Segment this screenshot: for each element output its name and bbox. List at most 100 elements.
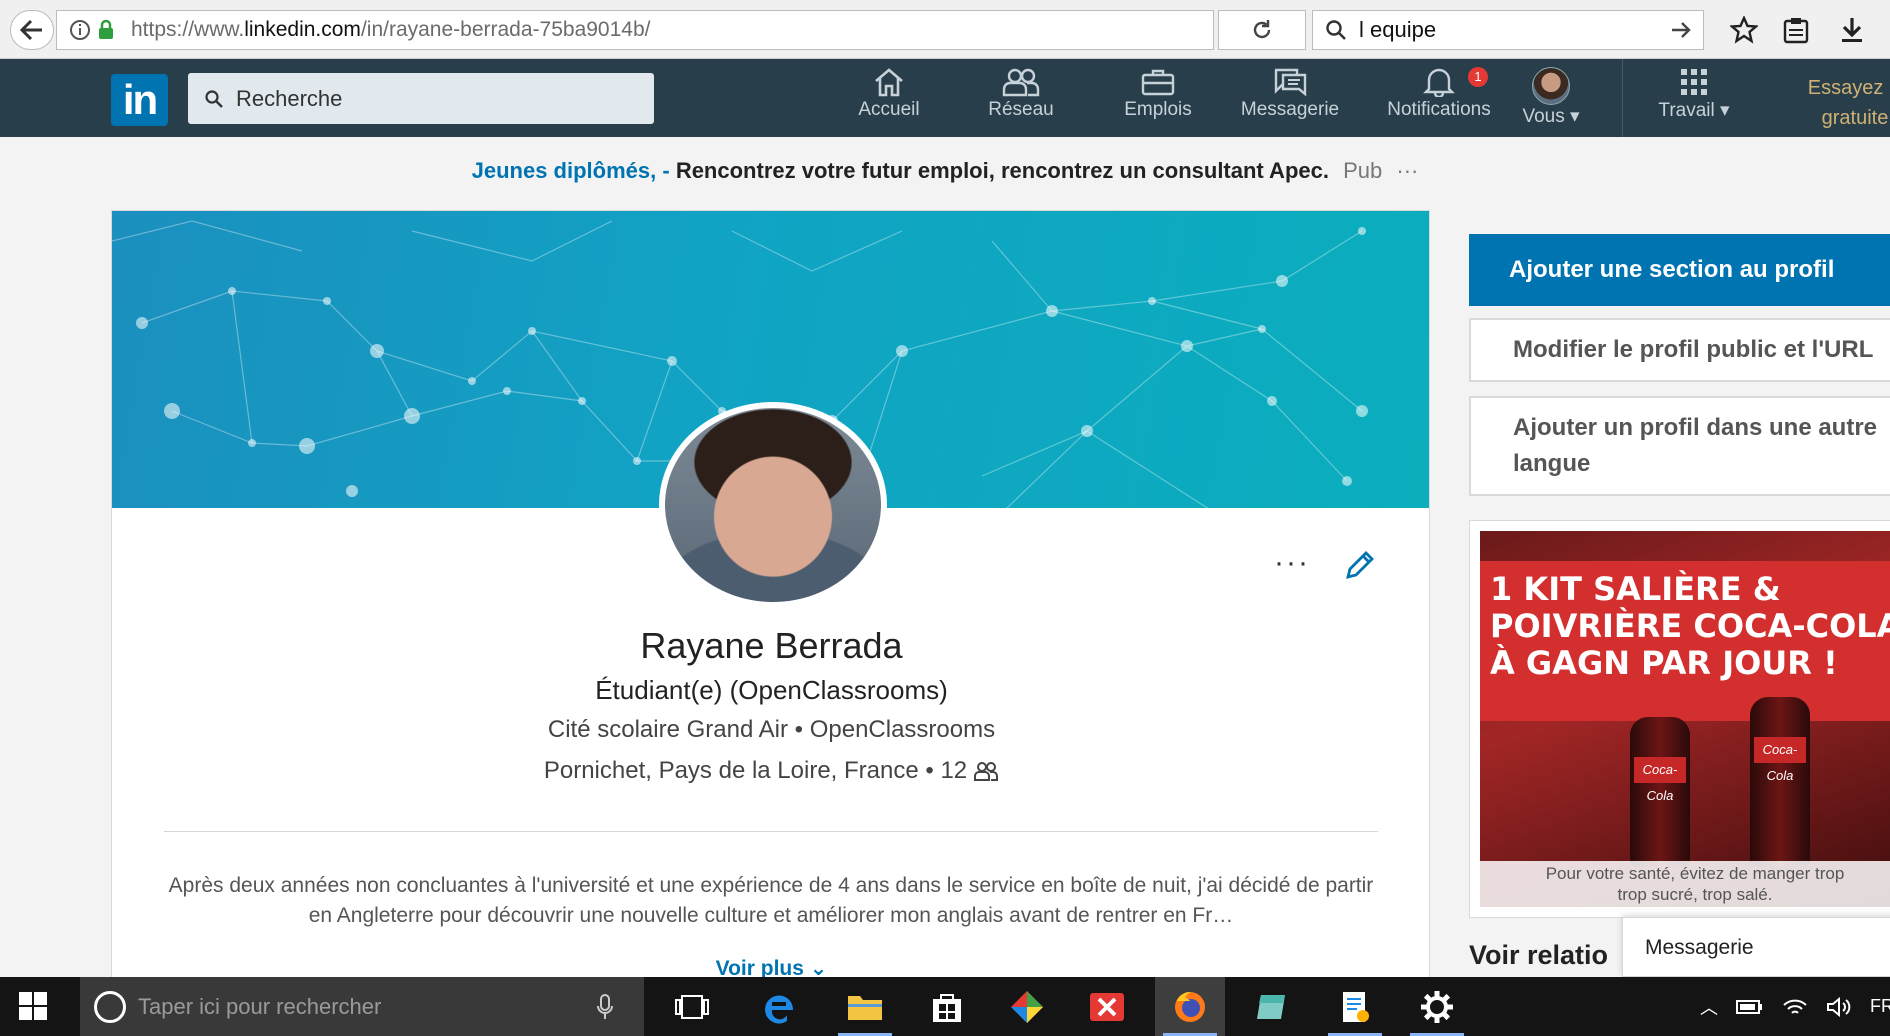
taskbar-search-input[interactable]: Taper ici pour rechercher bbox=[80, 977, 644, 1036]
profile-name: Rayane Berrada bbox=[640, 625, 903, 666]
ad-highlight: Jeunes diplômés, - bbox=[471, 158, 670, 183]
start-button[interactable] bbox=[18, 991, 48, 1026]
system-tray: ︿ FR bbox=[1700, 977, 1890, 1036]
profile-education[interactable]: Cité scolaire Grand Air • OpenClassrooms bbox=[112, 716, 1429, 744]
nav-messaging-label: Messagerie bbox=[1240, 99, 1340, 120]
search-icon bbox=[205, 89, 223, 108]
nav-notifications[interactable]: 1 Notifications bbox=[1362, 67, 1516, 133]
edit-intro-button[interactable] bbox=[1342, 549, 1376, 588]
people-icon bbox=[1002, 68, 1040, 97]
document-icon bbox=[1343, 991, 1369, 1022]
url-prefix: https://www. bbox=[131, 18, 245, 41]
arrow-right-icon[interactable] bbox=[1669, 18, 1693, 42]
volume-icon[interactable] bbox=[1826, 996, 1852, 1018]
info-icon[interactable] bbox=[69, 19, 91, 41]
ad-pub-label: Pub bbox=[1343, 158, 1383, 183]
nav-network-label: Réseau bbox=[988, 99, 1054, 120]
browser-search-value: l equipe bbox=[1359, 17, 1437, 42]
linkedin-search-input[interactable]: Recherche bbox=[188, 73, 654, 124]
search-placeholder: Recherche bbox=[236, 85, 343, 111]
bookmark-star-button[interactable] bbox=[1728, 14, 1760, 46]
see-connections-heading[interactable]: Voir relatio bbox=[1469, 940, 1608, 971]
add-language-line-1: Ajouter un profil dans une autre bbox=[1513, 414, 1878, 441]
ad-image: 1 KIT SALIÈRE & POIVRIÈRE COCA-COLA À GA… bbox=[1480, 531, 1890, 907]
file-explorer-app[interactable] bbox=[830, 977, 900, 1036]
xmind-icon bbox=[1090, 992, 1124, 1021]
messaging-panel-tab[interactable]: Messagerie bbox=[1622, 917, 1890, 977]
browser-search-input[interactable]: l equipe bbox=[1312, 10, 1704, 50]
profile-photo[interactable] bbox=[659, 402, 887, 608]
notepad-icon bbox=[1257, 994, 1285, 1019]
premium-line-1: Essayez P bbox=[1807, 77, 1890, 99]
nav-work-label: Travail ▾ bbox=[1658, 100, 1730, 121]
nav-me[interactable]: Vous ▾ bbox=[1516, 67, 1586, 133]
reading-list-button[interactable] bbox=[1780, 14, 1812, 46]
firefox-app[interactable] bbox=[1155, 977, 1225, 1036]
briefcase-icon bbox=[1141, 69, 1175, 96]
pencil-icon bbox=[1346, 551, 1374, 579]
premium-line-2: gratuite bbox=[1821, 107, 1889, 129]
ad-title: 1 KIT SALIÈRE & POIVRIÈRE COCA-COLA À GA… bbox=[1490, 570, 1890, 682]
notepad-app[interactable] bbox=[1236, 977, 1306, 1036]
star-icon bbox=[1730, 16, 1758, 44]
settings-app[interactable] bbox=[1402, 977, 1472, 1036]
bell-icon bbox=[1423, 68, 1455, 97]
arrow-left-icon bbox=[20, 19, 42, 41]
add-language-line-2: langue bbox=[1513, 450, 1591, 477]
editor-app[interactable] bbox=[1320, 977, 1390, 1036]
nav-notifications-label: Notifications bbox=[1387, 99, 1491, 120]
nav-me-label: Vous ▾ bbox=[1522, 106, 1580, 127]
reload-icon bbox=[1253, 20, 1271, 39]
add-language-profile-button[interactable]: Ajouter un profil dans une autre langue bbox=[1469, 396, 1890, 496]
nav-network[interactable]: Réseau bbox=[976, 67, 1066, 133]
linkedin-logo[interactable]: in bbox=[111, 74, 168, 126]
diamond-app-icon bbox=[1011, 990, 1043, 1023]
gear-icon bbox=[1421, 990, 1453, 1023]
downloads-button[interactable] bbox=[1836, 14, 1868, 46]
ad-more-button[interactable]: ··· bbox=[1396, 158, 1418, 183]
language-indicator[interactable]: FR bbox=[1870, 996, 1890, 1017]
nav-jobs[interactable]: Emplois bbox=[1114, 67, 1202, 133]
more-actions-button[interactable]: ··· bbox=[1274, 546, 1310, 580]
profile-location-text: Pornichet, Pays de la Loire, France • 12 bbox=[543, 757, 968, 784]
nav-divider bbox=[1622, 59, 1623, 137]
reload-button[interactable] bbox=[1218, 10, 1306, 50]
cortana-icon bbox=[94, 990, 126, 1023]
clipboard-icon bbox=[1783, 18, 1809, 44]
windows-icon bbox=[19, 992, 47, 1020]
battery-icon[interactable] bbox=[1736, 998, 1764, 1016]
firefox-icon bbox=[1175, 991, 1205, 1022]
edge-icon bbox=[765, 995, 794, 1024]
task-view-button[interactable] bbox=[657, 977, 727, 1036]
xmind-app[interactable] bbox=[1072, 977, 1142, 1036]
microphone-icon[interactable] bbox=[596, 993, 614, 1021]
home-icon bbox=[875, 68, 903, 97]
user-avatar bbox=[1532, 67, 1570, 105]
browser-toolbar: https://www. linkedin.com/in/rayane-berra… bbox=[0, 0, 1890, 59]
add-profile-section-button[interactable]: Ajouter une section au profil bbox=[1469, 234, 1890, 306]
edit-public-profile-button[interactable]: Modifier le profil public et l'URL bbox=[1469, 318, 1890, 382]
address-bar[interactable]: https://www. linkedin.com/in/rayane-berra… bbox=[56, 10, 1214, 50]
nav-messaging[interactable]: Messagerie bbox=[1236, 67, 1344, 133]
premium-link[interactable]: Essayez P gratuite bbox=[1795, 73, 1890, 133]
edge-app[interactable] bbox=[745, 977, 815, 1036]
git-app[interactable] bbox=[992, 977, 1062, 1036]
profile-summary: Après deux années non concluantes à l'un… bbox=[168, 874, 1374, 927]
taskbar-search-placeholder: Taper ici pour rechercher bbox=[138, 993, 382, 1019]
bottle-image: Coca-Cola bbox=[1750, 697, 1810, 867]
wifi-icon[interactable] bbox=[1782, 997, 1808, 1017]
back-button[interactable] bbox=[10, 10, 54, 50]
profile-divider bbox=[164, 831, 1378, 832]
store-app[interactable] bbox=[912, 977, 982, 1036]
url-path: /in/rayane-berrada-75ba9014b/ bbox=[360, 18, 651, 41]
url-domain: linkedin.com bbox=[244, 18, 361, 41]
sponsored-banner[interactable]: Jeunes diplômés, - Rencontrez votre futu… bbox=[0, 158, 1890, 184]
ad-text: Rencontrez votre futur emploi, rencontre… bbox=[675, 158, 1329, 183]
connections-icon[interactable] bbox=[973, 761, 999, 781]
download-icon bbox=[1842, 18, 1862, 42]
sidebar-ad[interactable]: 1 KIT SALIÈRE & POIVRIÈRE COCA-COLA À GA… bbox=[1469, 520, 1890, 918]
chevron-up-icon[interactable]: ︿ bbox=[1700, 994, 1718, 1020]
task-view-icon bbox=[675, 994, 709, 1019]
nav-home[interactable]: Accueil bbox=[846, 67, 932, 133]
nav-work[interactable]: Travail ▾ bbox=[1650, 67, 1738, 133]
